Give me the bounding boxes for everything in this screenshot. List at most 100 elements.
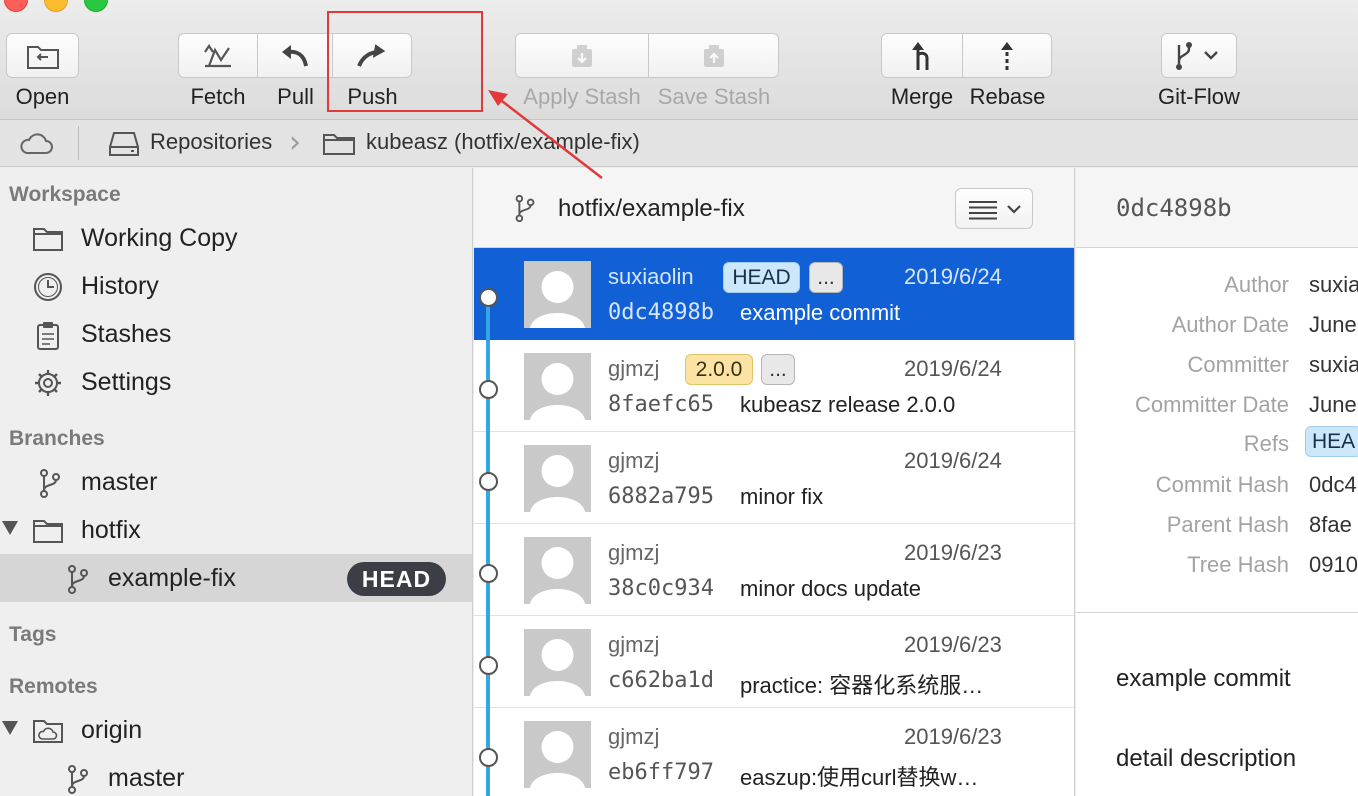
commit-graph-node [479, 748, 498, 767]
detail-value-parent-hash: 8fae [1309, 512, 1352, 537]
detail-label-parent-hash: Parent Hash [1166, 512, 1289, 537]
save-stash-button[interactable] [649, 33, 779, 78]
commit-details-panel: 0dc4898b Author suxia Author Date June C… [1076, 168, 1358, 796]
minimize-window-button[interactable] [44, 0, 68, 12]
sidebar-item-label: master [81, 468, 158, 496]
sidebar-item-branch-master[interactable]: master [0, 458, 472, 506]
sidebar-item-branch-example-fix[interactable]: example-fix HEAD [0, 554, 472, 602]
disclosure-triangle-icon[interactable] [2, 721, 18, 735]
detail-value-committer: suxia [1309, 352, 1358, 377]
rebase-button[interactable] [963, 33, 1052, 78]
avatar [524, 537, 591, 604]
apply-stash-icon [572, 44, 592, 67]
sidebar-item-label: origin [81, 716, 143, 744]
details-divider [1076, 612, 1358, 613]
default-avatar-icon [524, 629, 591, 696]
sidebar-item-history[interactable]: History [0, 262, 472, 310]
save-stash-label: Save Stash [657, 84, 771, 109]
commit-author: gjmzj [608, 448, 660, 473]
pull-button[interactable] [258, 33, 333, 78]
cloud-icon[interactable] [18, 130, 54, 156]
folder-icon [33, 228, 63, 251]
branch-icon [40, 469, 60, 498]
tags-header: Tags [9, 623, 57, 646]
breadcrumb-chevron-icon: › [289, 125, 301, 160]
commit-row[interactable]: gjmzj 2.0.0 ... 2019/6/24 8faefc65 kubea… [474, 340, 1074, 432]
save-stash-icon [703, 44, 724, 67]
ref-more-badge[interactable]: ... [761, 354, 795, 385]
merge-button[interactable] [881, 33, 963, 78]
git-flow-label: Git-Flow [1158, 84, 1240, 109]
close-window-button[interactable] [4, 0, 28, 12]
sidebar-item-working-copy[interactable]: Working Copy [0, 214, 472, 262]
fetch-label: Fetch [190, 84, 246, 109]
view-options-button[interactable] [955, 188, 1033, 229]
commit-list-header: hotfix/example-fix [474, 168, 1074, 248]
detail-value-author-date: June [1309, 312, 1357, 337]
detail-value-commit-hash: 0dc4 [1309, 472, 1357, 497]
commit-row[interactable]: gjmzj 2019/6/24 6882a795 minor fix [474, 432, 1074, 524]
ref-tag-head: HEAD [723, 262, 800, 293]
detail-value-author: suxia [1309, 272, 1358, 297]
commit-hash: eb6ff797 [608, 760, 714, 785]
apply-stash-button[interactable] [515, 33, 649, 78]
head-badge: HEAD [347, 562, 446, 596]
commit-date: 2019/6/23 [904, 540, 1002, 565]
commit-graph-line [486, 296, 490, 796]
commit-list: hotfix/example-fix suxiaolin HEAD ... 20… [474, 168, 1075, 796]
push-highlight-annotation [327, 11, 483, 112]
detail-label-committer-date: Committer Date [1134, 392, 1289, 417]
remotes-header: Remotes [9, 675, 98, 698]
chevron-down-icon [1007, 205, 1021, 214]
commit-hash: c662ba1d [608, 668, 714, 693]
commit-row[interactable]: gjmzj 2019/6/23 eb6ff797 easzup:使用curl替换… [474, 708, 1074, 796]
sidebar-item-label: example-fix [108, 564, 236, 592]
commit-graph-node [479, 472, 498, 491]
breadcrumb-repositories[interactable]: Repositories [150, 129, 272, 155]
default-avatar-icon [524, 445, 591, 512]
merge-icon [912, 41, 929, 70]
default-avatar-icon [524, 537, 591, 604]
rebase-label: Rebase [969, 84, 1046, 109]
sidebar-item-label: History [81, 272, 159, 300]
apply-stash-label: Apply Stash [523, 84, 641, 109]
avatar [524, 445, 591, 512]
commit-date: 2019/6/23 [904, 724, 1002, 749]
sidebar-item-remote-master[interactable]: master [0, 754, 472, 796]
sidebar-item-branch-folder-hotfix[interactable]: hotfix [0, 506, 472, 554]
avatar [524, 353, 591, 420]
sidebar-item-label: hotfix [81, 516, 141, 544]
commit-hash: 0dc4898b [608, 300, 714, 325]
merge-label: Merge [890, 84, 954, 109]
rebase-icon [1001, 41, 1013, 70]
avatar [524, 261, 591, 328]
avatar [524, 629, 591, 696]
workspace-header: Workspace [9, 183, 121, 206]
zoom-window-button[interactable] [84, 0, 108, 12]
detail-value-committer-date: June [1309, 392, 1357, 417]
avatar [524, 721, 591, 788]
commit-message: easzup:使用curl替换w… [740, 765, 979, 790]
open-button[interactable] [6, 33, 79, 78]
commit-message: practice: 容器化系统服… [740, 673, 984, 698]
commit-row[interactable]: suxiaolin HEAD ... 2019/6/24 0dc4898b ex… [474, 248, 1074, 340]
fetch-button[interactable] [178, 33, 258, 78]
pull-label: Pull [277, 84, 314, 109]
sidebar-item-label: master [108, 764, 185, 792]
commit-row[interactable]: gjmzj 2019/6/23 38c0c934 minor docs upda… [474, 524, 1074, 616]
ref-more-badge[interactable]: ... [809, 262, 843, 293]
detail-label-commit-hash: Commit Hash [1155, 472, 1289, 497]
disclosure-triangle-icon[interactable] [2, 521, 18, 535]
branches-header: Branches [9, 427, 105, 450]
sidebar-item-settings[interactable]: Settings [0, 358, 472, 406]
path-bar: Repositories › kubeasz (hotfix/example-f… [0, 120, 1358, 167]
sidebar-item-remote-origin[interactable]: origin [0, 706, 472, 754]
commit-summary: example commit [1116, 665, 1291, 692]
sidebar-item-stashes[interactable]: Stashes [0, 310, 472, 358]
commit-row[interactable]: gjmzj 2019/6/23 c662ba1d practice: 容器化系统… [474, 616, 1074, 708]
detail-ref-badge: HEA [1305, 426, 1358, 457]
current-branch-title: hotfix/example-fix [558, 195, 745, 222]
git-flow-button[interactable] [1161, 33, 1237, 78]
breadcrumb-repo[interactable]: kubeasz (hotfix/example-fix) [366, 129, 640, 155]
commit-graph-node [479, 380, 498, 399]
